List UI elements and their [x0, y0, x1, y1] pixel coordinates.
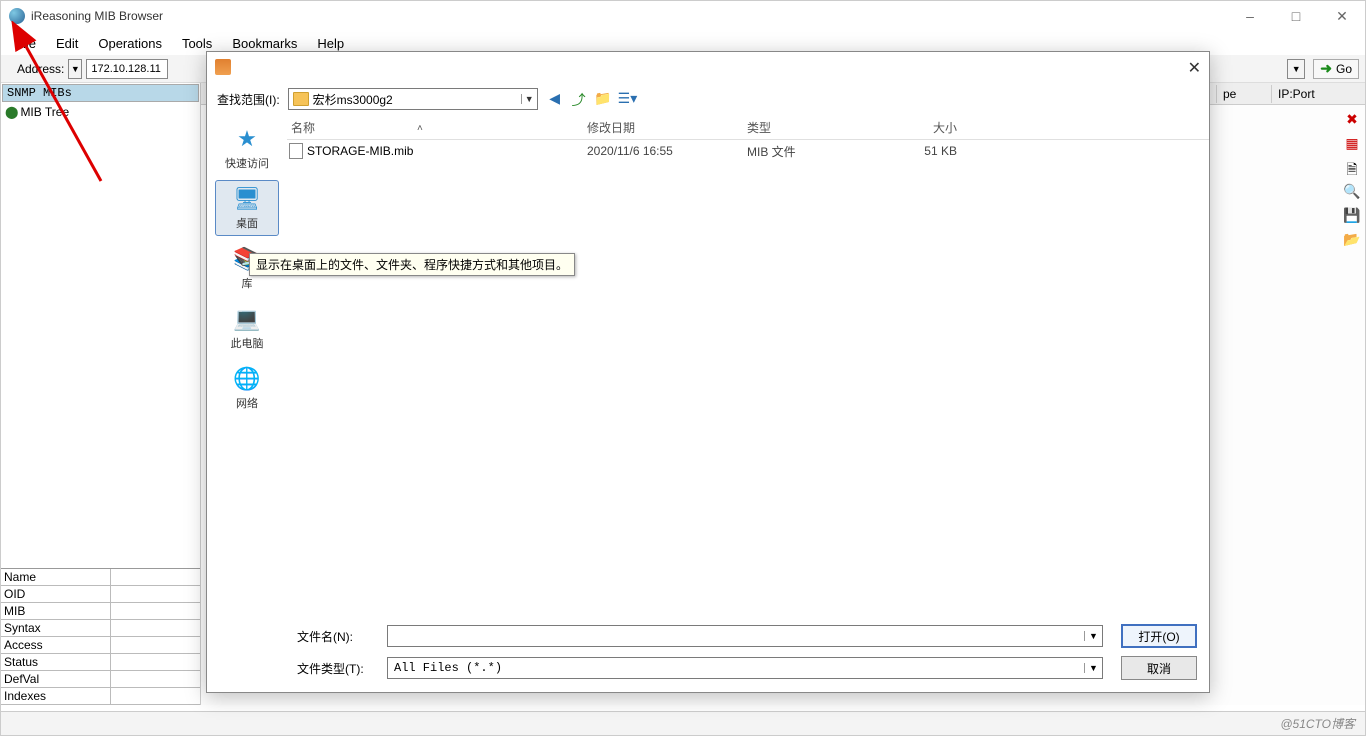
col-type[interactable]: pe — [1216, 85, 1271, 103]
maximize-button[interactable]: □ — [1273, 1, 1319, 31]
menu-help[interactable]: Help — [307, 34, 354, 53]
prop-access-label: Access — [1, 637, 111, 653]
save-icon[interactable]: 💾 — [1343, 207, 1361, 225]
col-name[interactable]: 名称 ˄ — [287, 119, 587, 136]
network-icon: 🌐 — [231, 365, 263, 393]
menu-tools[interactable]: Tools — [172, 34, 222, 53]
col-size[interactable]: 大小 — [887, 119, 967, 136]
range-dropdown-icon[interactable]: ▼ — [521, 94, 537, 104]
status-bar: @51CTO博客 — [1, 711, 1365, 735]
place-network[interactable]: 🌐 网络 — [215, 360, 279, 416]
desktop-icon: 🖥 — [231, 185, 263, 213]
address-combo[interactable]: 172.10.128.11 — [86, 59, 168, 79]
app-icon — [9, 8, 25, 24]
back-icon[interactable]: ◀ — [546, 90, 564, 108]
prop-name-label: Name — [1, 569, 111, 585]
filetype-dd-icon[interactable]: ▼ — [1084, 663, 1102, 673]
sort-asc-icon: ˄ — [417, 123, 423, 134]
desktop-tooltip: 显示在桌面上的文件、文件夹、程序快捷方式和其他项目。 — [249, 253, 575, 276]
go-label: Go — [1336, 62, 1352, 76]
file-list: 名称 ˄ 修改日期 类型 大小 STORAGE-MIB.mib 2020/11/… — [287, 116, 1209, 616]
filetype-value: All Files (*.*) — [388, 661, 1084, 675]
folder-icon — [293, 92, 309, 106]
window-controls: – □ ✕ — [1227, 1, 1365, 31]
tree-root-icon: ⬤ — [5, 105, 18, 119]
range-value: 宏杉ms3000g2 — [313, 91, 521, 108]
menu-edit[interactable]: Edit — [46, 34, 88, 53]
cancel-button[interactable]: 取消 — [1121, 656, 1197, 680]
star-icon: ★ — [231, 125, 263, 153]
file-type: MIB 文件 — [747, 143, 887, 160]
range-label: 查找范围(I): — [217, 91, 280, 108]
filetype-combo[interactable]: All Files (*.*) ▼ — [387, 657, 1103, 679]
properties-table: Name OID MIB Syntax Access Status DefVal… — [1, 568, 200, 705]
address-value: 172.10.128.11 — [87, 63, 167, 75]
menu-file[interactable]: File — [5, 34, 46, 53]
filename-label: 文件名(N): — [297, 628, 377, 645]
titlebar: iReasoning MIB Browser — [1, 1, 1365, 31]
minimize-button[interactable]: – — [1227, 1, 1273, 31]
go-button[interactable]: ➜ Go — [1313, 59, 1359, 79]
dialog-close-button[interactable]: ✕ — [1188, 58, 1201, 78]
file-icon — [289, 143, 303, 159]
nav-icons: ◀ ⤴ 📁 ☰▾ — [546, 90, 636, 108]
menu-operations[interactable]: Operations — [88, 34, 172, 53]
up-icon[interactable]: ⤴ — [570, 90, 588, 108]
watermark: @51CTO博客 — [1280, 715, 1355, 732]
dialog-bottom: 文件名(N): ▼ 打开(O) 文件类型(T): All Files (*.*)… — [207, 616, 1209, 692]
close-button[interactable]: ✕ — [1319, 1, 1365, 31]
prop-syntax-label: Syntax — [1, 620, 111, 636]
delete-icon[interactable]: ✖ — [1343, 111, 1361, 129]
lookup-row: 查找范围(I): 宏杉ms3000g2 ▼ ◀ ⤴ 📁 ☰▾ — [207, 82, 1209, 116]
place-thispc[interactable]: 💻 此电脑 — [215, 300, 279, 356]
file-open-dialog: ✕ 查找范围(I): 宏杉ms3000g2 ▼ ◀ ⤴ 📁 ☰▾ — [206, 51, 1210, 693]
dialog-titlebar — [207, 52, 1209, 82]
new-folder-icon[interactable]: 📁 — [594, 90, 612, 108]
app-title: iReasoning MIB Browser — [31, 9, 163, 23]
menu-bookmarks[interactable]: Bookmarks — [222, 34, 307, 53]
address-history-dd[interactable]: ▼ — [68, 59, 82, 79]
file-name: STORAGE-MIB.mib — [307, 144, 413, 158]
place-desktop[interactable]: 🖥 桌面 — [215, 180, 279, 236]
java-icon — [215, 59, 231, 75]
file-list-header: 名称 ˄ 修改日期 类型 大小 — [287, 116, 1209, 140]
file-size: 51 KB — [887, 144, 967, 158]
file-row[interactable]: STORAGE-MIB.mib 2020/11/6 16:55 MIB 文件 5… — [287, 140, 1209, 162]
col-type[interactable]: 类型 — [747, 119, 887, 136]
view-icon[interactable]: ☰▾ — [618, 90, 636, 108]
prop-oid-label: OID — [1, 586, 111, 602]
prop-indexes-label: Indexes — [1, 688, 111, 704]
pc-icon: 💻 — [231, 305, 263, 333]
mib-tree[interactable]: ⬤MIB Tree — [1, 103, 200, 568]
filename-dd-icon[interactable]: ▼ — [1084, 631, 1102, 641]
tree-root-label: MIB Tree — [20, 105, 69, 119]
mib-tree-header: SNMP MIBs — [2, 84, 199, 102]
address-label: Address: — [17, 62, 64, 76]
dialog-main: ★ 快速访问 🖥 桌面 📚 库 💻 此电脑 — [207, 116, 1209, 616]
range-combo[interactable]: 宏杉ms3000g2 ▼ — [288, 88, 538, 110]
main-window: iReasoning MIB Browser – □ ✕ File Edit O… — [0, 0, 1366, 736]
left-pane: SNMP MIBs ⬤MIB Tree Name OID MIB Syntax … — [1, 83, 201, 705]
place-quickaccess[interactable]: ★ 快速访问 — [215, 120, 279, 176]
go-arrow-icon: ➜ — [1320, 60, 1332, 77]
open-button[interactable]: 打开(O) — [1121, 624, 1197, 648]
vertical-toolbar: ✖ ▦ 🗎 🔍 💾 📂 — [1339, 105, 1365, 249]
prop-status-label: Status — [1, 654, 111, 670]
col-ipport[interactable]: IP:Port — [1271, 85, 1331, 103]
prop-mib-label: MIB — [1, 603, 111, 619]
document-icon[interactable]: 🗎 — [1343, 159, 1361, 177]
filetype-label: 文件类型(T): — [297, 660, 377, 677]
col-date[interactable]: 修改日期 — [587, 119, 747, 136]
prop-defval-label: DefVal — [1, 671, 111, 687]
operations-dd[interactable]: ▼ — [1287, 59, 1305, 79]
table-icon[interactable]: ▦ — [1343, 135, 1361, 153]
file-date: 2020/11/6 16:55 — [587, 144, 747, 158]
places-bar: ★ 快速访问 🖥 桌面 📚 库 💻 此电脑 — [207, 116, 287, 616]
filename-input[interactable]: ▼ — [387, 625, 1103, 647]
folder-open-icon[interactable]: 📂 — [1343, 231, 1361, 249]
search-icon[interactable]: 🔍 — [1343, 183, 1361, 201]
